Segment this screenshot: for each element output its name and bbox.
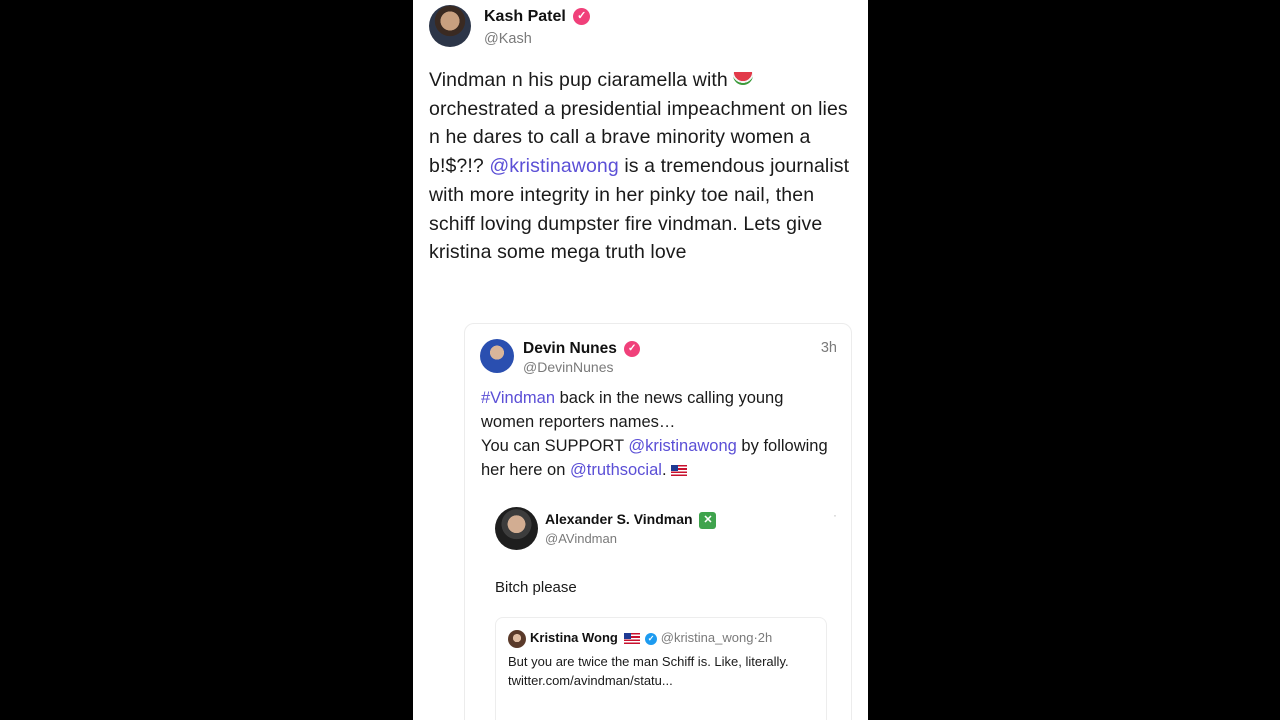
quoted-timestamp: 3h (820, 340, 837, 356)
devin-nunes-avatar[interactable] (480, 339, 514, 373)
verified-badge-icon: ✓ (624, 340, 641, 357)
kash-patel-avatar[interactable] (429, 5, 471, 47)
inner-text-line: But you are twice the man Schiff is. Lik… (508, 654, 789, 669)
inner-time: 2h (757, 630, 773, 645)
tweet-menu-dot: · (833, 508, 837, 522)
mention-link[interactable]: @kristinawong (628, 437, 736, 455)
hashtag-link[interactable]: #Vindman (481, 389, 555, 407)
vindman-avatar (495, 507, 538, 550)
author-name[interactable]: Kash Patel (484, 8, 566, 25)
quoted-author-row: Devin Nunes ✓ (523, 340, 641, 358)
post-text: Vindman n his pup ciaramella with orches… (429, 66, 859, 267)
quoted-text-part: You can SUPPORT (481, 437, 629, 455)
x-badge-icon: ✕ (699, 511, 717, 529)
mention-link[interactable]: @truthsocial (570, 461, 662, 479)
inner-link-line: twitter.com/avindman/statu... (508, 673, 673, 688)
tweet-text: Bitch please (495, 579, 577, 596)
author-handle[interactable]: @Kash (484, 31, 532, 47)
inner-quoted-tweet: Kristina Wong ✓ @kristina_wong·2h But yo… (495, 617, 827, 720)
verified-badge-icon: ✓ (573, 8, 591, 26)
tweet-author-name: Alexander S. Vindman (545, 511, 693, 527)
kristina-wong-avatar (508, 630, 526, 648)
watermelon-icon (733, 72, 754, 86)
tweet-author-handle: @AVindman (545, 531, 617, 546)
post-card: Kash Patel ✓ @Kash Vindman n his pup cia… (413, 0, 868, 720)
inner-author-row: Kristina Wong ✓ @kristina_wong·2h (530, 630, 772, 645)
quoted-text: #Vindman back in the news calling young … (481, 386, 841, 482)
mention-link[interactable]: @kristinawong (489, 155, 618, 177)
us-flag-icon (623, 633, 640, 645)
verified-icon: ✓ (645, 632, 658, 645)
quoted-author-handle[interactable]: @DevinNunes (523, 359, 613, 375)
post-text-part: Vindman n his pup ciaramella with (429, 69, 734, 91)
inner-author-name: Kristina Wong (530, 630, 618, 645)
quoted-author-name[interactable]: Devin Nunes (523, 340, 617, 357)
us-flag-icon (671, 465, 688, 477)
tweet-author-row: Alexander S. Vindman ✕ (545, 511, 717, 529)
inner-author-handle: @kristina_wong (660, 630, 754, 645)
author-row: Kash Patel ✓ (484, 8, 591, 26)
quoted-post[interactable]: Devin Nunes ✓ @DevinNunes 3h #Vindman ba… (464, 323, 852, 720)
quoted-text-part: . (661, 461, 672, 479)
